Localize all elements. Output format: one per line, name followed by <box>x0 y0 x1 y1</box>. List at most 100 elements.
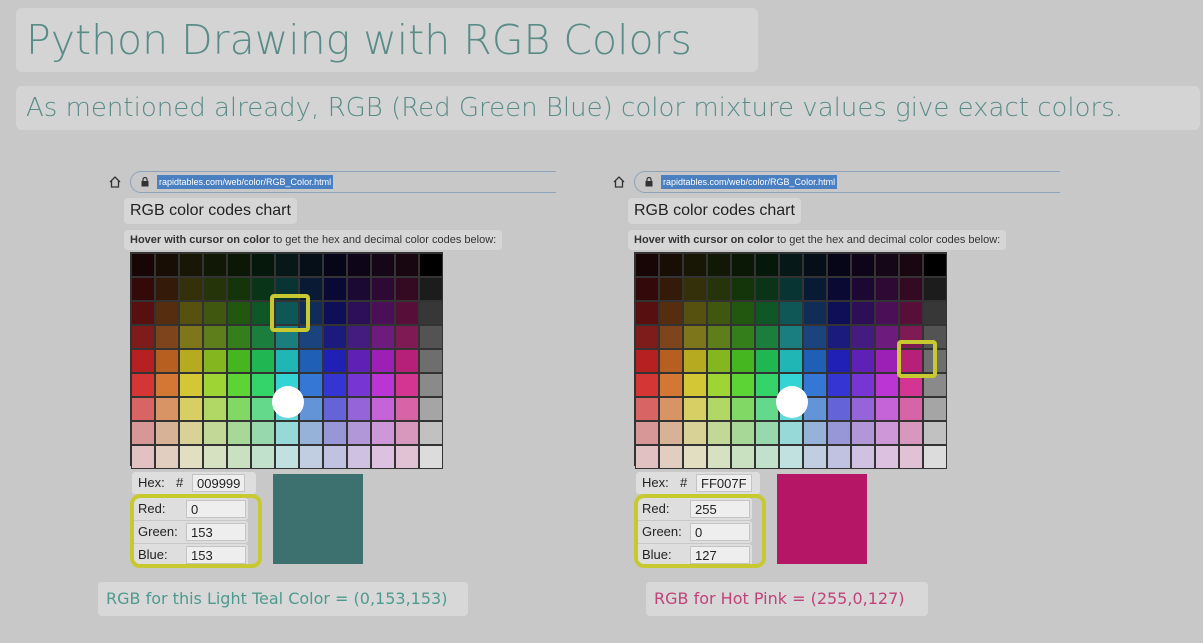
color-swatch[interactable] <box>731 253 755 277</box>
color-swatch[interactable] <box>731 397 755 421</box>
color-swatch[interactable] <box>131 253 155 277</box>
color-swatch[interactable] <box>707 253 731 277</box>
color-swatch[interactable] <box>275 349 299 373</box>
color-swatch[interactable] <box>827 397 851 421</box>
color-swatch[interactable] <box>899 253 923 277</box>
color-swatch[interactable] <box>899 445 923 469</box>
color-swatch[interactable] <box>851 421 875 445</box>
color-swatch[interactable] <box>707 421 731 445</box>
color-swatch[interactable] <box>155 445 179 469</box>
color-swatch[interactable] <box>227 373 251 397</box>
color-swatch[interactable] <box>323 349 347 373</box>
color-swatch[interactable] <box>875 301 899 325</box>
color-swatch[interactable] <box>251 421 275 445</box>
color-swatch[interactable] <box>347 397 371 421</box>
color-swatch[interactable] <box>155 421 179 445</box>
color-swatch[interactable] <box>779 421 803 445</box>
color-swatch[interactable] <box>227 445 251 469</box>
color-swatch[interactable] <box>707 325 731 349</box>
color-swatch[interactable] <box>851 325 875 349</box>
color-swatch[interactable] <box>635 421 659 445</box>
color-swatch[interactable] <box>371 373 395 397</box>
color-swatch[interactable] <box>251 373 275 397</box>
color-swatch[interactable] <box>131 397 155 421</box>
color-swatch[interactable] <box>395 397 419 421</box>
color-swatch[interactable] <box>803 277 827 301</box>
color-swatch[interactable] <box>227 301 251 325</box>
color-swatch[interactable] <box>923 421 947 445</box>
hex-value-field[interactable]: FF007F <box>696 474 752 492</box>
color-swatch[interactable] <box>227 349 251 373</box>
color-swatch[interactable] <box>683 349 707 373</box>
color-swatch[interactable] <box>875 349 899 373</box>
color-swatch[interactable] <box>227 421 251 445</box>
color-swatch[interactable] <box>155 301 179 325</box>
color-swatch[interactable] <box>323 397 347 421</box>
color-swatch[interactable] <box>659 301 683 325</box>
color-swatch[interactable] <box>179 373 203 397</box>
color-swatch[interactable] <box>755 421 779 445</box>
browser-address-bar[interactable]: rapidtables.com/web/color/RGB_Color.html <box>108 170 556 194</box>
color-swatch[interactable] <box>659 421 683 445</box>
color-swatch[interactable] <box>347 277 371 301</box>
color-swatch[interactable] <box>779 325 803 349</box>
color-swatch-grid[interactable] <box>130 252 443 469</box>
color-swatch[interactable] <box>395 325 419 349</box>
color-swatch[interactable] <box>755 349 779 373</box>
color-swatch[interactable] <box>323 253 347 277</box>
color-swatch[interactable] <box>731 445 755 469</box>
color-swatch[interactable] <box>827 277 851 301</box>
color-swatch[interactable] <box>251 253 275 277</box>
color-swatch[interactable] <box>779 277 803 301</box>
color-swatch[interactable] <box>707 301 731 325</box>
color-swatch[interactable] <box>875 445 899 469</box>
color-swatch[interactable] <box>683 421 707 445</box>
color-swatch[interactable] <box>635 301 659 325</box>
color-swatch[interactable] <box>803 253 827 277</box>
color-swatch[interactable] <box>707 397 731 421</box>
color-swatch[interactable] <box>395 253 419 277</box>
color-swatch[interactable] <box>203 421 227 445</box>
color-swatch[interactable] <box>779 445 803 469</box>
color-swatch[interactable] <box>731 277 755 301</box>
color-swatch[interactable] <box>179 253 203 277</box>
color-swatch[interactable] <box>755 253 779 277</box>
color-swatch[interactable] <box>419 397 443 421</box>
color-swatch[interactable] <box>131 349 155 373</box>
color-swatch[interactable] <box>203 301 227 325</box>
color-swatch[interactable] <box>803 421 827 445</box>
color-swatch[interactable] <box>659 349 683 373</box>
color-swatch[interactable] <box>923 277 947 301</box>
color-swatch[interactable] <box>803 325 827 349</box>
color-swatch[interactable] <box>155 253 179 277</box>
color-swatch[interactable] <box>803 373 827 397</box>
color-swatch[interactable] <box>371 253 395 277</box>
color-swatch[interactable] <box>347 349 371 373</box>
color-swatch[interactable] <box>731 325 755 349</box>
color-swatch[interactable] <box>659 277 683 301</box>
color-swatch[interactable] <box>371 301 395 325</box>
color-swatch[interactable] <box>155 373 179 397</box>
color-swatch[interactable] <box>419 373 443 397</box>
color-swatch[interactable] <box>227 253 251 277</box>
color-swatch[interactable] <box>347 253 371 277</box>
color-swatch[interactable] <box>275 445 299 469</box>
color-swatch[interactable] <box>323 277 347 301</box>
color-swatch[interactable] <box>179 445 203 469</box>
color-swatch[interactable] <box>179 421 203 445</box>
color-swatch[interactable] <box>251 349 275 373</box>
color-swatch[interactable] <box>635 277 659 301</box>
color-swatch[interactable] <box>299 349 323 373</box>
color-swatch[interactable] <box>179 301 203 325</box>
color-swatch[interactable] <box>683 325 707 349</box>
color-swatch[interactable] <box>851 445 875 469</box>
color-swatch[interactable] <box>659 253 683 277</box>
color-swatch[interactable] <box>179 277 203 301</box>
color-swatch[interactable] <box>923 253 947 277</box>
color-swatch[interactable] <box>851 277 875 301</box>
color-swatch[interactable] <box>347 421 371 445</box>
color-swatch[interactable] <box>131 325 155 349</box>
color-swatch[interactable] <box>755 445 779 469</box>
color-swatch[interactable] <box>395 277 419 301</box>
color-swatch[interactable] <box>131 445 155 469</box>
